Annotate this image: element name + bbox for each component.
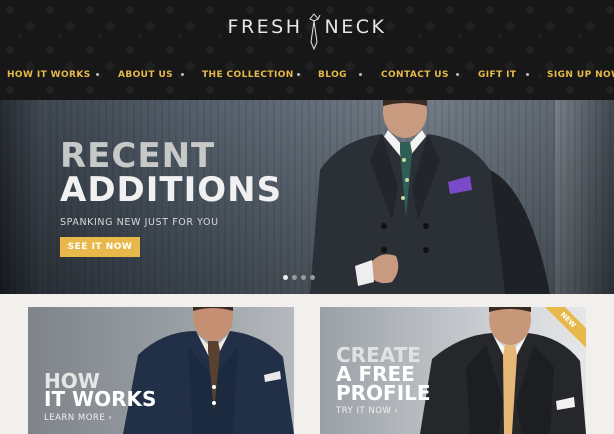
slider-pagination xyxy=(283,267,319,285)
see-it-now-button[interactable]: SEE IT NOW xyxy=(60,237,140,257)
site-header: FRESH NECK HOW IT WORKS ABOUT US THE COL… xyxy=(0,0,614,100)
hero-title-line2: ADDITIONS xyxy=(60,170,283,210)
how-card-title-line2: IT WORKS xyxy=(44,387,157,411)
how-it-works-card[interactable]: HOW IT WORKS LEARN MORE › xyxy=(28,307,294,434)
profile-card-title-line3: PROFILE xyxy=(336,381,431,405)
hero-slider: RECENT ADDITIONS SPANKING NEW JUST FOR Y… xyxy=(0,100,614,294)
nav-how-it-works[interactable]: HOW IT WORKS xyxy=(7,70,91,80)
brand-name-part2: NECK xyxy=(324,16,387,38)
main-nav: HOW IT WORKS ABOUT US THE COLLECTION BLO… xyxy=(0,70,614,90)
learn-more-link[interactable]: LEARN MORE › xyxy=(44,413,112,423)
slider-dot-3[interactable] xyxy=(301,275,306,280)
nav-separator xyxy=(96,73,99,76)
hero-subtitle: SPANKING NEW JUST FOR YOU xyxy=(60,217,219,228)
necktie-icon xyxy=(308,13,320,51)
brand-logo[interactable]: FRESH NECK xyxy=(0,13,614,52)
slider-dot-2[interactable] xyxy=(292,275,297,280)
slider-dot-1[interactable] xyxy=(283,275,288,280)
slider-dot-4[interactable] xyxy=(310,275,315,280)
nav-gift-it[interactable]: GIFT IT xyxy=(478,70,516,80)
nav-separator xyxy=(297,73,300,76)
nav-separator xyxy=(359,73,362,76)
nav-sign-up-now[interactable]: SIGN UP NOW xyxy=(547,70,614,80)
try-it-now-link[interactable]: TRY IT NOW › xyxy=(336,406,398,416)
brand-name-part1: FRESH xyxy=(227,16,303,38)
nav-separator xyxy=(456,73,459,76)
nav-blog[interactable]: BLOG xyxy=(318,70,347,80)
nav-about-us[interactable]: ABOUT US xyxy=(118,70,173,80)
nav-separator xyxy=(181,73,184,76)
nav-the-collection[interactable]: THE COLLECTION xyxy=(202,70,294,80)
create-profile-card[interactable]: NEW CREATE A FREE PROFILE TRY IT NOW › xyxy=(320,307,586,434)
nav-contact-us[interactable]: CONTACT US xyxy=(381,70,449,80)
hero-model-image xyxy=(310,100,550,294)
nav-separator xyxy=(526,73,529,76)
